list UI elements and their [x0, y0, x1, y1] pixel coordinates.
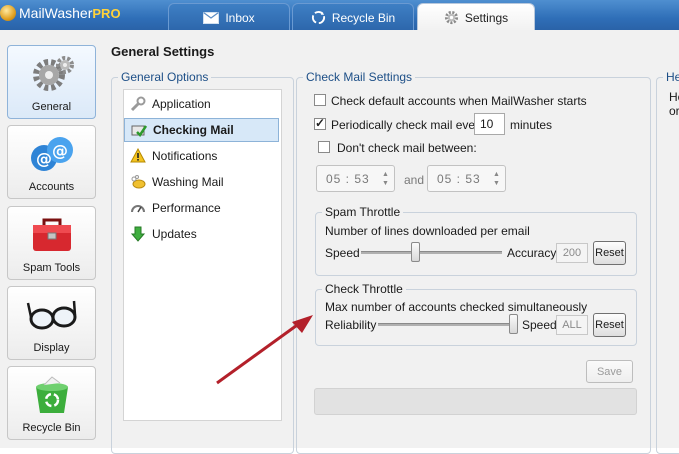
- option-washing-mail[interactable]: Washing Mail: [124, 170, 279, 194]
- option-notifications[interactable]: Notifications: [124, 144, 279, 168]
- spam-throttle-group: Spam Throttle: [315, 205, 637, 276]
- spam-throttle-reset-button[interactable]: Reset: [593, 241, 626, 265]
- interval-unit-label: minutes: [510, 118, 553, 132]
- check-throttle-left-label: Reliability: [325, 318, 377, 332]
- title-bar: MailWasher PRO Inbox Recycle Bin Settings: [0, 0, 679, 31]
- wrench-icon: [130, 96, 146, 112]
- warning-icon: [130, 148, 146, 164]
- group-legend: Check Mail Settings: [303, 70, 416, 84]
- app-name: MailWasher: [19, 5, 93, 21]
- option-updates[interactable]: Updates: [124, 222, 279, 246]
- at-sign-icon: @ @: [27, 126, 77, 181]
- option-label: Checking Mail: [153, 123, 234, 137]
- tab-label: Inbox: [225, 10, 255, 25]
- help-text-line-2: or: [669, 104, 679, 118]
- envelope-icon: [203, 11, 220, 24]
- periodic-check-label: Periodically check mail every: [331, 118, 486, 132]
- spam-throttle-slider-track[interactable]: [361, 251, 502, 254]
- check-throttle-value: ALL: [556, 315, 588, 335]
- dont-check-between-checkbox[interactable]: [318, 141, 330, 153]
- page-title: General Settings: [111, 44, 215, 59]
- option-label: Updates: [152, 227, 197, 241]
- save-button[interactable]: Save: [586, 360, 633, 383]
- nav-general[interactable]: General: [7, 45, 96, 119]
- spam-throttle-description: Number of lines downloaded per email: [325, 224, 530, 238]
- time-from-value: 05 : 53: [326, 171, 370, 186]
- time-from-input[interactable]: 05 : 53 ▲ ▼: [316, 165, 395, 192]
- check-mail-icon: [131, 122, 147, 138]
- nav-label: Recycle Bin: [22, 422, 81, 434]
- gears-icon: [29, 46, 75, 101]
- option-label: Performance: [152, 201, 221, 215]
- check-throttle-description: Max number of accounts checked simultane…: [325, 300, 588, 314]
- svg-text:@: @: [36, 149, 52, 168]
- nav-label: General: [31, 101, 72, 113]
- group-legend: Check Throttle: [322, 282, 406, 296]
- recycle-icon: [311, 10, 326, 25]
- mailwasher-logo-icon: [0, 5, 16, 21]
- washing-icon: [130, 174, 146, 190]
- settings-panel: General @ @ Accounts Spam Tools Display …: [0, 30, 679, 454]
- option-performance[interactable]: Performance: [124, 196, 279, 220]
- check-default-accounts-checkbox[interactable]: [314, 94, 326, 106]
- spam-throttle-value: 200: [556, 243, 588, 263]
- nav-spam-tools[interactable]: Spam Tools: [7, 206, 96, 280]
- group-legend: Spam Throttle: [322, 205, 404, 219]
- group-legend: He: [663, 70, 679, 84]
- options-list: Application Checking Mail Notifications …: [123, 89, 282, 421]
- check-default-accounts-label: Check default accounts when MailWasher s…: [331, 94, 587, 108]
- gauge-icon: [130, 200, 146, 216]
- glasses-icon: [26, 287, 78, 342]
- time-to-input[interactable]: 05 : 53 ▲ ▼: [427, 165, 506, 192]
- help-group: He: [656, 70, 679, 454]
- tab-inbox[interactable]: Inbox: [168, 3, 290, 31]
- option-label: Notifications: [152, 149, 218, 163]
- time-spinner-icon[interactable]: ▲ ▼: [491, 170, 502, 188]
- nav-label: Display: [33, 342, 70, 354]
- dont-check-between-label: Don't check mail between:: [337, 141, 477, 155]
- down-arrow-icon: [130, 226, 146, 242]
- toolbox-icon: [29, 207, 75, 262]
- tab-label: Recycle Bin: [331, 10, 396, 25]
- spam-throttle-right-label: Accuracy: [507, 246, 557, 260]
- time-to-value: 05 : 53: [437, 171, 481, 186]
- periodic-check-checkbox[interactable]: [314, 116, 326, 130]
- check-throttle-reset-button[interactable]: Reset: [593, 313, 626, 337]
- nav-label: Spam Tools: [22, 262, 81, 274]
- spam-throttle-slider-thumb[interactable]: [411, 242, 421, 262]
- recycle-bin-icon: [30, 367, 74, 422]
- app-name-suffix: PRO: [92, 5, 121, 21]
- nav-accounts[interactable]: @ @ Accounts: [7, 125, 96, 199]
- option-application[interactable]: Application: [124, 92, 279, 116]
- check-throttle-slider-thumb[interactable]: [509, 314, 518, 334]
- gear-icon: [444, 10, 459, 25]
- spam-throttle-left-label: Speed: [325, 246, 360, 260]
- option-checking-mail[interactable]: Checking Mail: [124, 118, 279, 142]
- tab-recycle-bin[interactable]: Recycle Bin: [292, 3, 414, 31]
- svg-text:@: @: [52, 141, 68, 160]
- option-label: Application: [152, 97, 211, 111]
- tab-settings[interactable]: Settings: [417, 3, 535, 31]
- check-throttle-slider-track[interactable]: [378, 323, 518, 326]
- nav-label: Accounts: [28, 181, 75, 193]
- group-legend: General Options: [118, 70, 212, 84]
- tab-label: Settings: [464, 10, 509, 25]
- time-and-label: and: [404, 173, 425, 187]
- option-label: Washing Mail: [152, 175, 224, 189]
- time-spinner-icon[interactable]: ▲ ▼: [380, 170, 391, 188]
- check-interval-input[interactable]: 10: [474, 113, 505, 135]
- help-text-line-1: He: [669, 90, 679, 104]
- nav-display[interactable]: Display: [7, 286, 96, 360]
- app-logo: MailWasher PRO: [0, 3, 121, 23]
- nav-recycle-bin[interactable]: Recycle Bin: [7, 366, 96, 440]
- check-throttle-right-label: Speed: [522, 318, 557, 332]
- check-interval-value: 10: [480, 117, 494, 131]
- save-bar: [314, 388, 637, 415]
